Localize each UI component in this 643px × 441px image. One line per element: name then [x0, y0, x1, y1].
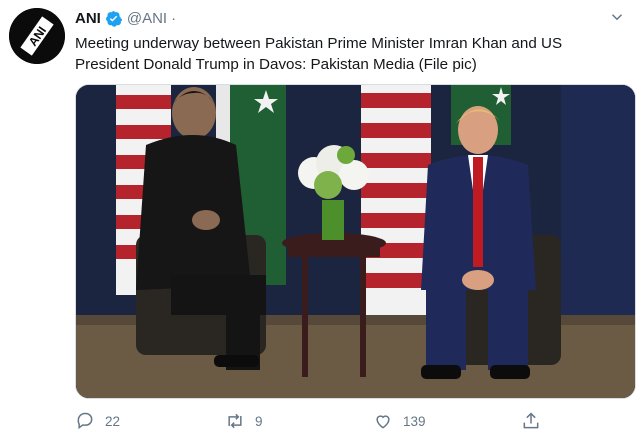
author-handle[interactable]: @ANI: [127, 10, 167, 27]
heart-icon: [376, 415, 390, 429]
retweet-button[interactable]: 9: [225, 409, 263, 433]
ani-logo: ANI: [9, 8, 65, 64]
tweet[interactable]: ANI ANI @ANI · Meeting underway between …: [0, 0, 643, 441]
tweet-text: Meeting underway between Pakistan Prime …: [75, 35, 563, 73]
reply-button[interactable]: 22: [75, 409, 120, 433]
tweet-photo[interactable]: [75, 84, 636, 399]
avatar[interactable]: ANI: [9, 8, 65, 64]
like-count: 139: [403, 413, 426, 429]
us-flag-right: [361, 85, 431, 335]
chevron-down-icon[interactable]: [606, 6, 628, 28]
retweet-icon: [228, 413, 242, 429]
verified-badge-icon: [105, 10, 123, 27]
share-icon: [523, 412, 539, 429]
tweet-actions: 22 9 139: [75, 409, 545, 433]
reply-count: 22: [105, 413, 121, 429]
share-button[interactable]: [521, 409, 551, 433]
reply-icon: [77, 412, 93, 430]
separator-dot: ·: [171, 9, 177, 27]
retweet-count: 9: [255, 413, 263, 429]
author-name[interactable]: ANI: [75, 10, 101, 27]
tweet-header: ANI @ANI ·: [75, 7, 176, 29]
like-button[interactable]: 139: [373, 409, 426, 433]
